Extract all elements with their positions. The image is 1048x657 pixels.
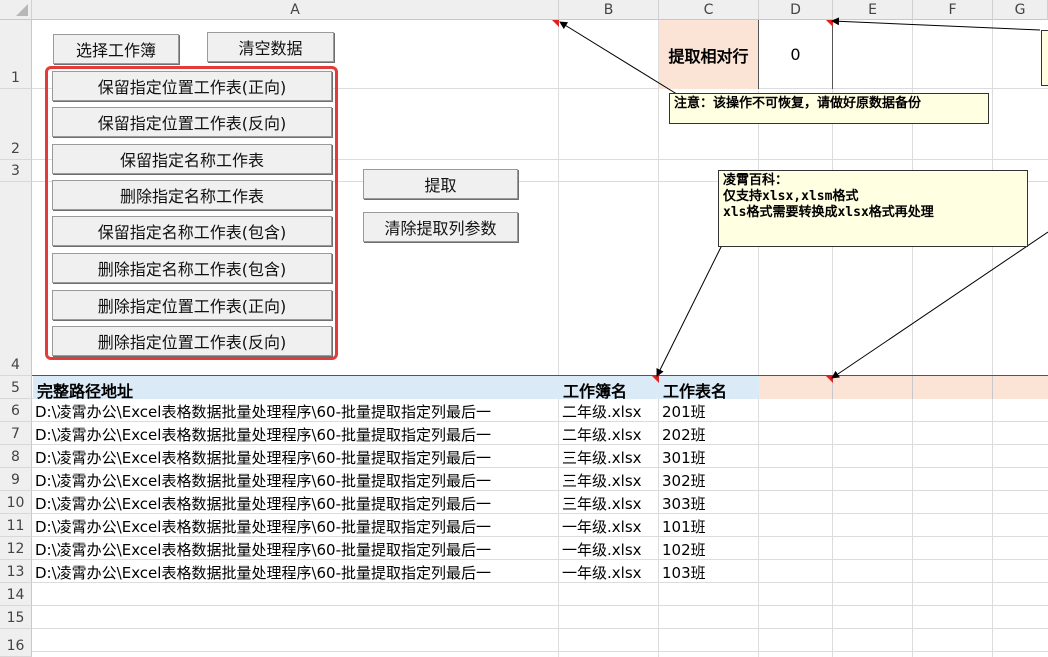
warning-comment-text: 注意：该操作不可恢复，请做好原数据备份: [674, 96, 922, 111]
table-cell-path[interactable]: D:\凌霄办公\Excel表格数据批量处理程序\60-批量提取指定列最后一: [35, 401, 558, 421]
keep-position-forward-button[interactable]: 保留指定位置工作表(正向): [52, 71, 332, 101]
info-comment-title: 凌霄百科：: [723, 173, 789, 188]
delete-name-contains-button[interactable]: 删除指定名称工作表(包含): [52, 253, 332, 283]
table-cell-sheet[interactable]: 301班: [662, 447, 758, 467]
row-header-9[interactable]: 9: [0, 468, 32, 491]
info-comment-line2: xls格式需要转换成xlsx格式再处理: [723, 205, 934, 220]
gridline: [32, 467, 1048, 468]
table-cell-workbook[interactable]: 一年级.xlsx: [562, 539, 658, 559]
gridline: [32, 559, 1048, 560]
table-cell-workbook[interactable]: 二年级.xlsx: [562, 401, 658, 421]
row-header-15[interactable]: 15: [0, 606, 32, 629]
row-header-1[interactable]: 1: [0, 20, 32, 89]
select-all-corner[interactable]: [0, 0, 32, 20]
row-header-7[interactable]: 7: [0, 422, 32, 445]
column-header-f[interactable]: F: [913, 0, 993, 20]
partial-comment[interactable]: [1041, 30, 1048, 86]
clear-params-button[interactable]: 清除提取列参数: [363, 212, 518, 242]
param-value: 0: [790, 45, 801, 64]
gridline: [558, 20, 559, 657]
gridline: [32, 582, 1048, 583]
warning-comment[interactable]: 注意：该操作不可恢复，请做好原数据备份: [669, 93, 989, 124]
gridline: [992, 20, 993, 657]
column-header-a[interactable]: A: [32, 0, 559, 20]
gridline: [32, 536, 1048, 537]
gridline: [32, 628, 1048, 629]
table-cell-workbook[interactable]: 三年级.xlsx: [562, 470, 658, 490]
table-cell-workbook[interactable]: 一年级.xlsx: [562, 516, 658, 536]
table-cell-path[interactable]: D:\凌霄办公\Excel表格数据批量处理程序\60-批量提取指定列最后一: [35, 470, 558, 490]
comment-indicator-icon[interactable]: [826, 20, 833, 27]
row-header-12[interactable]: 12: [0, 537, 32, 560]
table-cell-sheet[interactable]: 303班: [662, 493, 758, 513]
info-comment-line1: 仅支持xlsx,xlsm格式: [723, 189, 859, 204]
column-header-g[interactable]: G: [993, 0, 1048, 20]
gridline: [32, 605, 1048, 606]
extract-button[interactable]: 提取: [363, 169, 518, 199]
header-cell-e5[interactable]: [833, 376, 913, 399]
param-label-cell[interactable]: 提取相对行: [659, 20, 759, 89]
row-header-10[interactable]: 10: [0, 491, 32, 514]
column-header-d[interactable]: D: [759, 0, 833, 20]
comment-indicator-icon[interactable]: [826, 376, 833, 383]
table-cell-sheet[interactable]: 102班: [662, 539, 758, 559]
table-cell-sheet[interactable]: 201班: [662, 401, 758, 421]
table-cell-sheet[interactable]: 103班: [662, 562, 758, 582]
comment-indicator-icon[interactable]: [652, 376, 659, 383]
clear-data-button[interactable]: 清空数据: [207, 32, 334, 62]
gridline: [32, 651, 1048, 652]
row-header-2[interactable]: 2: [0, 89, 32, 160]
header-cell-d5[interactable]: [759, 376, 833, 399]
row-header-5[interactable]: 5: [0, 376, 32, 399]
table-cell-path[interactable]: D:\凌霄办公\Excel表格数据批量处理程序\60-批量提取指定列最后一: [35, 493, 558, 513]
row-header-3[interactable]: 3: [0, 160, 32, 182]
comment-indicator-icon[interactable]: [552, 20, 559, 27]
keep-position-reverse-button[interactable]: 保留指定位置工作表(反向): [52, 107, 332, 137]
table-cell-path[interactable]: D:\凌霄办公\Excel表格数据批量处理程序\60-批量提取指定列最后一: [35, 562, 558, 582]
delete-name-button[interactable]: 删除指定名称工作表: [52, 180, 332, 210]
table-header-path[interactable]: 完整路径地址: [33, 376, 559, 399]
header-cell-f5[interactable]: [913, 376, 993, 399]
table-cell-sheet[interactable]: 101班: [662, 516, 758, 536]
table-header-workbook[interactable]: 工作簿名: [559, 376, 659, 399]
row-header-13[interactable]: 13: [0, 560, 32, 583]
table-cell-workbook[interactable]: 一年级.xlsx: [562, 562, 658, 582]
header-cell-g5[interactable]: [993, 376, 1048, 399]
gridline: [658, 20, 659, 657]
table-cell-workbook[interactable]: 二年级.xlsx: [562, 424, 658, 444]
keep-name-contains-button[interactable]: 保留指定名称工作表(包含): [52, 216, 332, 246]
table-cell-sheet[interactable]: 202班: [662, 424, 758, 444]
column-header-b[interactable]: B: [559, 0, 659, 20]
info-comment[interactable]: 凌霄百科： 仅支持xlsx,xlsm格式 xls格式需要转换成xlsx格式再处理: [718, 170, 1028, 247]
table-cell-path[interactable]: D:\凌霄办公\Excel表格数据批量处理程序\60-批量提取指定列最后一: [35, 424, 558, 444]
gridline: [32, 490, 1048, 491]
table-cell-sheet[interactable]: 302班: [662, 470, 758, 490]
column-header-c[interactable]: C: [659, 0, 759, 20]
row-header-6[interactable]: 6: [0, 399, 32, 422]
delete-position-reverse-button[interactable]: 删除指定位置工作表(反向): [52, 326, 332, 356]
row-header-14[interactable]: 14: [0, 583, 32, 606]
table-cell-path[interactable]: D:\凌霄办公\Excel表格数据批量处理程序\60-批量提取指定列最后一: [35, 539, 558, 559]
row-header-16[interactable]: 16: [0, 629, 32, 657]
param-value-cell[interactable]: 0: [759, 20, 833, 89]
keep-name-button[interactable]: 保留指定名称工作表: [52, 144, 332, 174]
table-cell-path[interactable]: D:\凌霄办公\Excel表格数据批量处理程序\60-批量提取指定列最后一: [35, 516, 558, 536]
row-header-8[interactable]: 8: [0, 445, 32, 468]
gridline: [32, 513, 1048, 514]
table-cell-workbook[interactable]: 三年级.xlsx: [562, 493, 658, 513]
select-workbook-button[interactable]: 选择工作簿: [53, 34, 179, 64]
column-header-e[interactable]: E: [833, 0, 913, 20]
gridline: [32, 444, 1048, 445]
row-header-11[interactable]: 11: [0, 514, 32, 537]
row-header-4[interactable]: 4: [0, 182, 32, 376]
delete-position-forward-button[interactable]: 删除指定位置工作表(正向): [52, 290, 332, 320]
param-label: 提取相对行: [668, 46, 749, 66]
select-all-triangle-icon: [16, 4, 28, 16]
table-cell-path[interactable]: D:\凌霄办公\Excel表格数据批量处理程序\60-批量提取指定列最后一: [35, 447, 558, 467]
table-cell-workbook[interactable]: 三年级.xlsx: [562, 447, 658, 467]
gridline: [32, 421, 1048, 422]
table-header-sheet[interactable]: 工作表名: [659, 376, 759, 399]
